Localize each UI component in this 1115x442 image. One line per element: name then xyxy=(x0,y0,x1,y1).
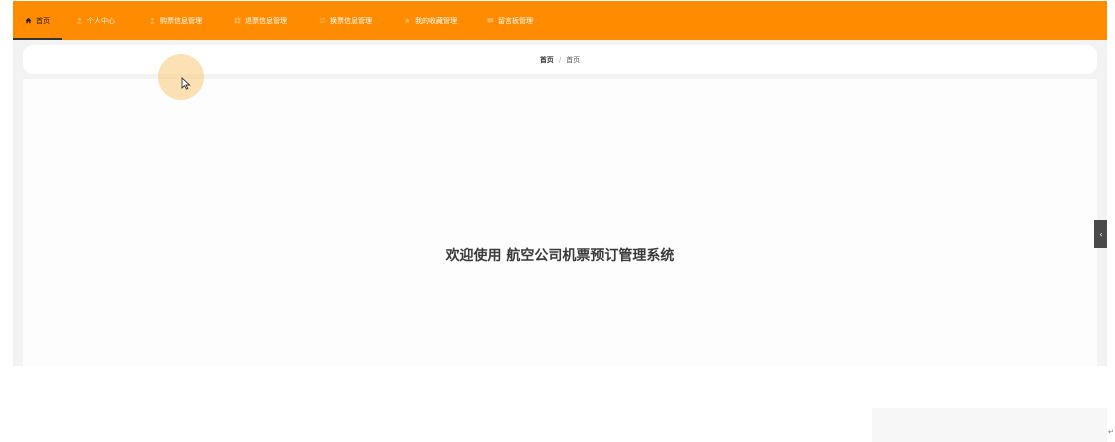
scrollbar[interactable] xyxy=(1107,0,1115,442)
return-icon: ↵ xyxy=(1108,428,1114,436)
breadcrumb-home-link[interactable]: 首页 xyxy=(540,55,554,65)
breadcrumb-current: 首页 xyxy=(566,55,581,64)
ticket-user-icon xyxy=(150,17,155,24)
grid-icon xyxy=(234,17,241,24)
mouse-cursor-icon xyxy=(181,77,191,90)
swap-icon xyxy=(319,17,326,24)
nav-item-messages[interactable]: 留言板管理 xyxy=(475,1,545,40)
nav-item-home-label: 首页 xyxy=(36,16,50,25)
home-icon xyxy=(25,17,32,24)
nav-item-exchange-label: 换票信息管理 xyxy=(330,16,372,25)
star-icon xyxy=(404,17,411,24)
nav-item-home[interactable]: 首页 xyxy=(13,1,62,40)
breadcrumb-separator: / xyxy=(558,55,562,64)
message-board-icon xyxy=(487,18,494,24)
nav-item-purchase[interactable]: 购票信息管理 xyxy=(137,1,214,40)
user-icon xyxy=(76,17,83,24)
nav-item-profile[interactable]: 个人中心 xyxy=(64,1,127,40)
nav-item-favorites-label: 我的收藏管理 xyxy=(415,16,457,25)
nav-item-messages-label: 留言板管理 xyxy=(498,16,533,25)
app-window: 首页 个人中心 购票信息管理 退票信息管理 换票信息管理 我的收藏管理 留言板管… xyxy=(0,0,1115,442)
welcome-heading: 欢迎使用 航空公司机票预订管理系统 xyxy=(445,248,675,264)
chevron-left-icon: ‹ xyxy=(1099,229,1103,239)
bottom-panel xyxy=(872,408,1107,442)
nav-item-profile-label: 个人中心 xyxy=(87,16,115,25)
nav-item-refund-label: 退票信息管理 xyxy=(245,16,287,25)
welcome-panel: 欢迎使用 航空公司机票预订管理系统 xyxy=(23,79,1097,366)
side-panel-toggle[interactable]: ‹ xyxy=(1094,220,1108,248)
top-nav: 首页 个人中心 购票信息管理 退票信息管理 换票信息管理 我的收藏管理 留言板管… xyxy=(13,1,1107,40)
nav-item-refund[interactable]: 退票信息管理 xyxy=(222,1,299,40)
nav-item-favorites[interactable]: 我的收藏管理 xyxy=(392,1,469,40)
nav-item-purchase-label: 购票信息管理 xyxy=(160,16,202,25)
nav-item-exchange[interactable]: 换票信息管理 xyxy=(307,1,384,40)
